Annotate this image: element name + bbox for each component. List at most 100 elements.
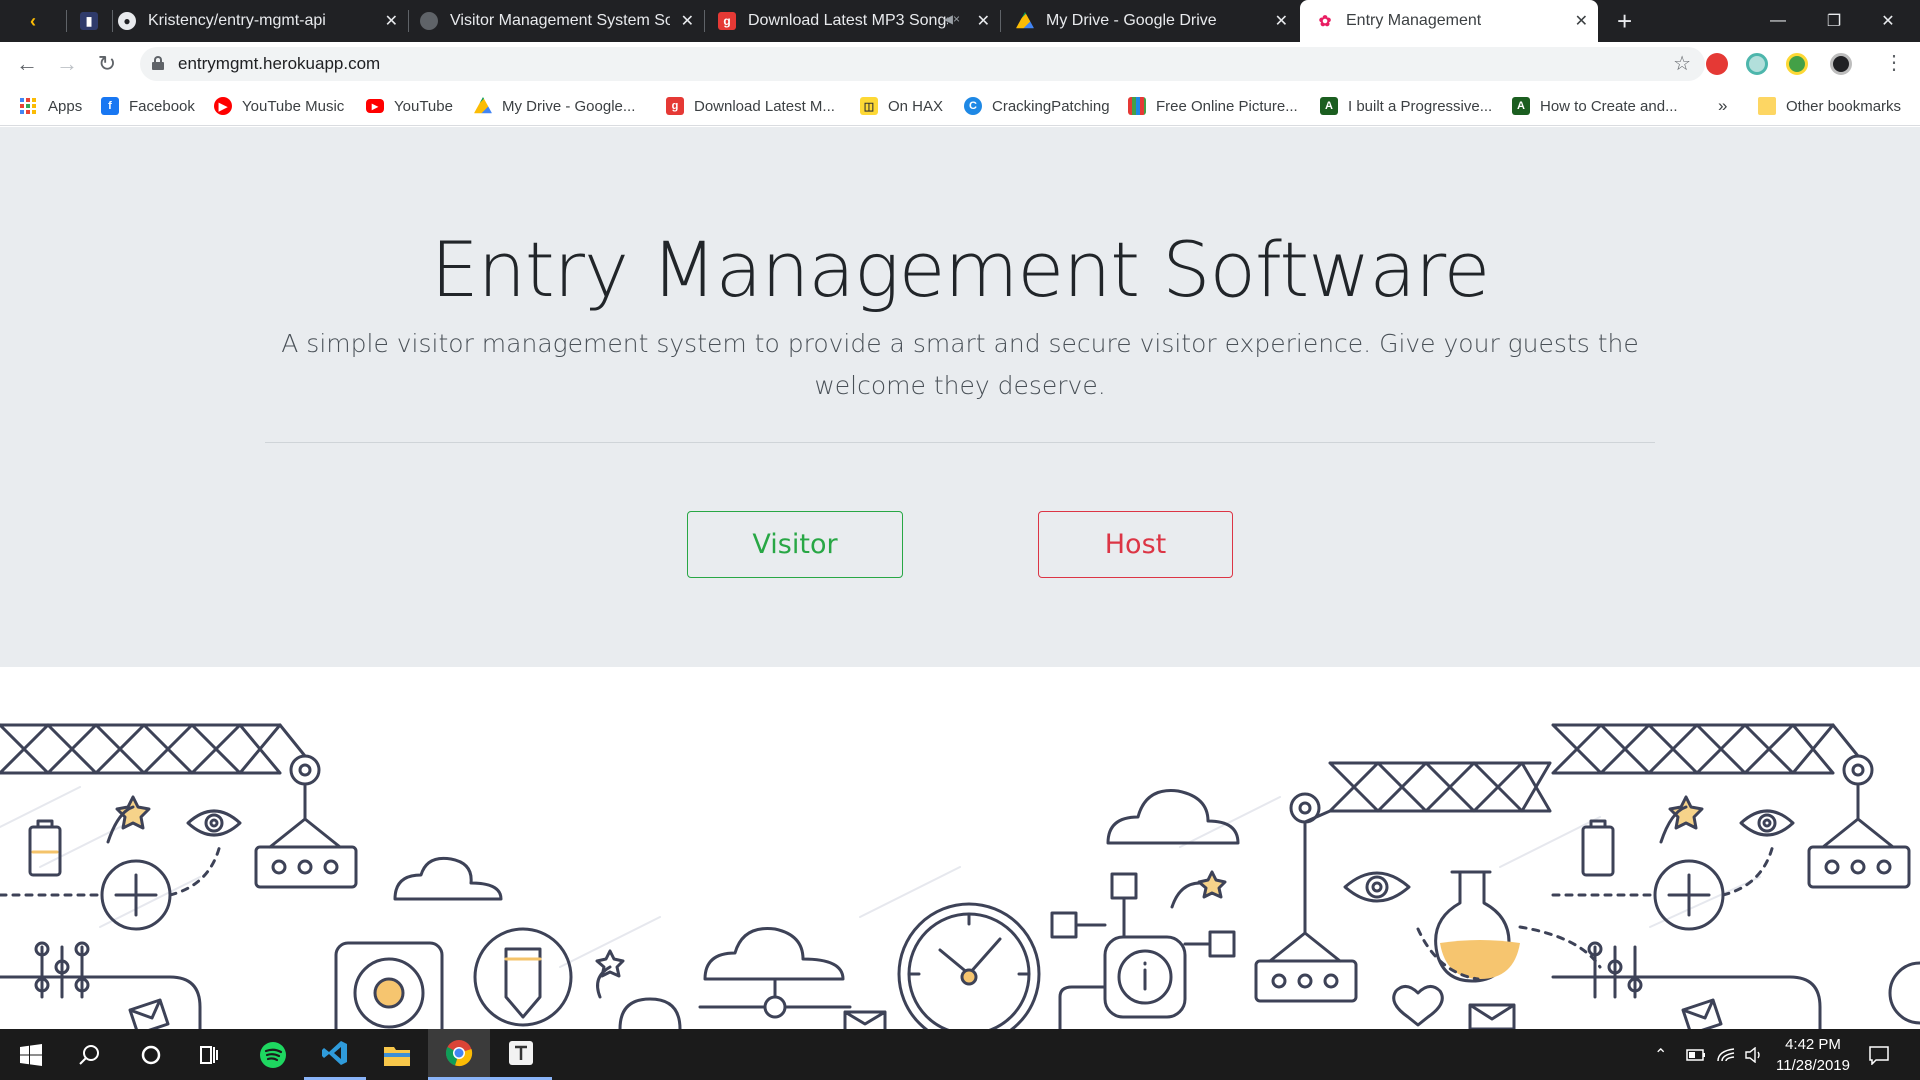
bookmark-how-to-create[interactable]: A How to Create and... xyxy=(1512,86,1678,126)
volume-tray-icon[interactable] xyxy=(1744,1029,1764,1080)
notification-icon xyxy=(1869,1045,1889,1065)
bookmarks-overflow-button[interactable]: » xyxy=(1718,86,1727,126)
bookmark-free-online-picture[interactable]: Free Online Picture... xyxy=(1128,86,1298,126)
cortana-button[interactable] xyxy=(120,1029,182,1080)
bookmark-crackingpatching[interactable]: C CrackingPatching xyxy=(964,86,1110,126)
close-icon[interactable]: ✕ xyxy=(1575,11,1588,31)
close-icon[interactable]: ✕ xyxy=(1275,11,1288,31)
article-icon: A xyxy=(1320,97,1338,115)
hax-icon: ◫ xyxy=(860,97,878,115)
chevron-up-icon: ⌃ xyxy=(1654,1046,1668,1064)
mute-icon[interactable]: ◀× xyxy=(944,12,960,26)
task-view-button[interactable] xyxy=(178,1029,240,1080)
hatching-pattern xyxy=(0,786,1761,968)
tab-pinned-1[interactable]: ‹ xyxy=(0,0,67,42)
tab-google-drive[interactable]: My Drive - Google Drive ✕ xyxy=(1000,0,1298,42)
show-hidden-icons-button[interactable]: ⌃ xyxy=(1654,1029,1667,1080)
close-icon[interactable]: ✕ xyxy=(385,11,398,31)
spotify-icon xyxy=(260,1041,286,1068)
cloud-network-icon xyxy=(698,927,852,1019)
tab-visitor-mgmt[interactable]: Visitor Management System Soft ✕ xyxy=(408,0,705,42)
close-icon[interactable]: ✕ xyxy=(977,11,990,31)
clock-date: 11/28/2019 xyxy=(1776,1057,1850,1074)
page-title: Entry Management Software xyxy=(430,225,1491,314)
google-drive-icon xyxy=(474,97,492,114)
restore-button[interactable]: ❐ xyxy=(1808,0,1860,42)
visitor-button[interactable]: Visitor xyxy=(687,511,903,578)
chevron-logo-icon: ‹ xyxy=(30,10,36,31)
windows-logo-icon xyxy=(20,1043,42,1066)
envelope-icon xyxy=(1681,998,1723,1029)
typora-icon xyxy=(509,1041,533,1065)
heart-icon xyxy=(1392,985,1444,1027)
minimize-button[interactable]: — xyxy=(1752,0,1804,42)
start-button[interactable] xyxy=(0,1029,62,1080)
windows-taskbar: ⌃ 4:42 PM 11/28/2019 xyxy=(0,1029,1920,1080)
tab-mp3[interactable]: g Download Latest MP3 Songs ◀× ✕ xyxy=(704,0,1001,42)
tab-github[interactable]: ● Kristency/entry-mgmt-api ✕ xyxy=(112,0,409,42)
youtube-music-icon: ▶ xyxy=(214,97,232,115)
host-button[interactable]: Host xyxy=(1038,511,1233,578)
close-window-button[interactable]: ✕ xyxy=(1862,0,1914,42)
folder-icon xyxy=(1758,97,1776,115)
app-logo-icon: ✿ xyxy=(1318,13,1332,30)
back-button[interactable]: ← xyxy=(13,50,41,78)
tab-pinned-2[interactable]: ▮ xyxy=(66,0,113,42)
browser-toolbar: ← → ↻ entrymgmt.herokuapp.com ☆ xyxy=(0,42,1920,86)
bookmark-progressive[interactable]: A I built a Progressive... xyxy=(1320,86,1492,126)
tab-title: Kristency/entry-mgmt-api xyxy=(148,12,326,29)
bookmark-onhax[interactable]: ◫ On HAX xyxy=(860,86,943,126)
search-button[interactable] xyxy=(58,1029,120,1080)
typora-taskbar-button[interactable] xyxy=(490,1029,552,1080)
bookmark-facebook[interactable]: f Facebook xyxy=(101,86,195,126)
new-tab-button[interactable]: + xyxy=(1617,6,1632,37)
close-icon[interactable]: ✕ xyxy=(681,11,694,31)
cloud-icon xyxy=(393,856,503,901)
cloud-icon xyxy=(1106,789,1240,845)
task-view-icon xyxy=(200,1045,218,1064)
vscode-taskbar-button[interactable] xyxy=(304,1029,366,1080)
spotify-taskbar-button[interactable] xyxy=(242,1029,304,1080)
bookmark-youtube[interactable]: ▶ YouTube xyxy=(366,86,453,126)
bookmark-youtube-music[interactable]: ▶ YouTube Music xyxy=(214,86,344,126)
opera-extension-icon[interactable] xyxy=(1706,53,1728,75)
bookmark-label: YouTube xyxy=(394,97,453,115)
battery-icon xyxy=(1686,1048,1705,1061)
gaana-icon: g xyxy=(718,12,736,30)
kebab-menu-icon[interactable]: ⋮ xyxy=(1884,50,1904,75)
reload-button[interactable]: ↻ xyxy=(93,50,121,78)
action-center-button[interactable] xyxy=(1868,1029,1890,1080)
factory-doodle-illustration xyxy=(0,723,1920,1029)
bookmark-label: Facebook xyxy=(129,97,195,115)
forward-button[interactable]: → xyxy=(53,50,81,78)
bookmark-apps[interactable]: Apps xyxy=(20,86,82,126)
clock-icon xyxy=(897,902,1041,1029)
chrome-taskbar-button[interactable] xyxy=(428,1029,490,1080)
extension-icon[interactable] xyxy=(1746,53,1768,75)
bookmark-star-icon[interactable]: ☆ xyxy=(1673,51,1691,76)
add-circle-icon xyxy=(0,843,222,931)
bookmark-gaana[interactable]: g Download Latest M... xyxy=(666,86,835,126)
address-bar[interactable]: entrymgmt.herokuapp.com ☆ xyxy=(140,47,1705,81)
tab-entry-management[interactable]: ✿ Entry Management ✕ xyxy=(1300,0,1598,42)
apps-grid-icon xyxy=(20,98,36,114)
profile-avatar[interactable] xyxy=(1830,53,1852,75)
file-explorer-taskbar-button[interactable] xyxy=(366,1029,428,1080)
eye-icon xyxy=(1739,809,1795,837)
bookmark-google-drive[interactable]: My Drive - Google... xyxy=(474,86,635,126)
bookmark-label: CrackingPatching xyxy=(992,97,1110,115)
eye-icon xyxy=(1343,871,1411,903)
bookmark-other-bookmarks[interactable]: Other bookmarks xyxy=(1758,86,1901,126)
wifi-tray-icon[interactable] xyxy=(1716,1029,1736,1080)
extension-icon[interactable] xyxy=(1786,53,1808,75)
chrome-icon xyxy=(445,1040,473,1067)
system-clock[interactable]: 4:42 PM 11/28/2019 xyxy=(1765,1034,1861,1076)
bookmark-label: Apps xyxy=(48,97,83,115)
search-icon xyxy=(79,1044,99,1065)
battery-tray-icon[interactable] xyxy=(1686,1029,1706,1080)
sliders-icon xyxy=(1587,941,1643,999)
youtube-icon: ▶ xyxy=(366,99,384,113)
star-icon xyxy=(595,949,625,999)
crane-truss-left-icon xyxy=(0,723,358,889)
wifi-icon xyxy=(1717,1047,1735,1061)
